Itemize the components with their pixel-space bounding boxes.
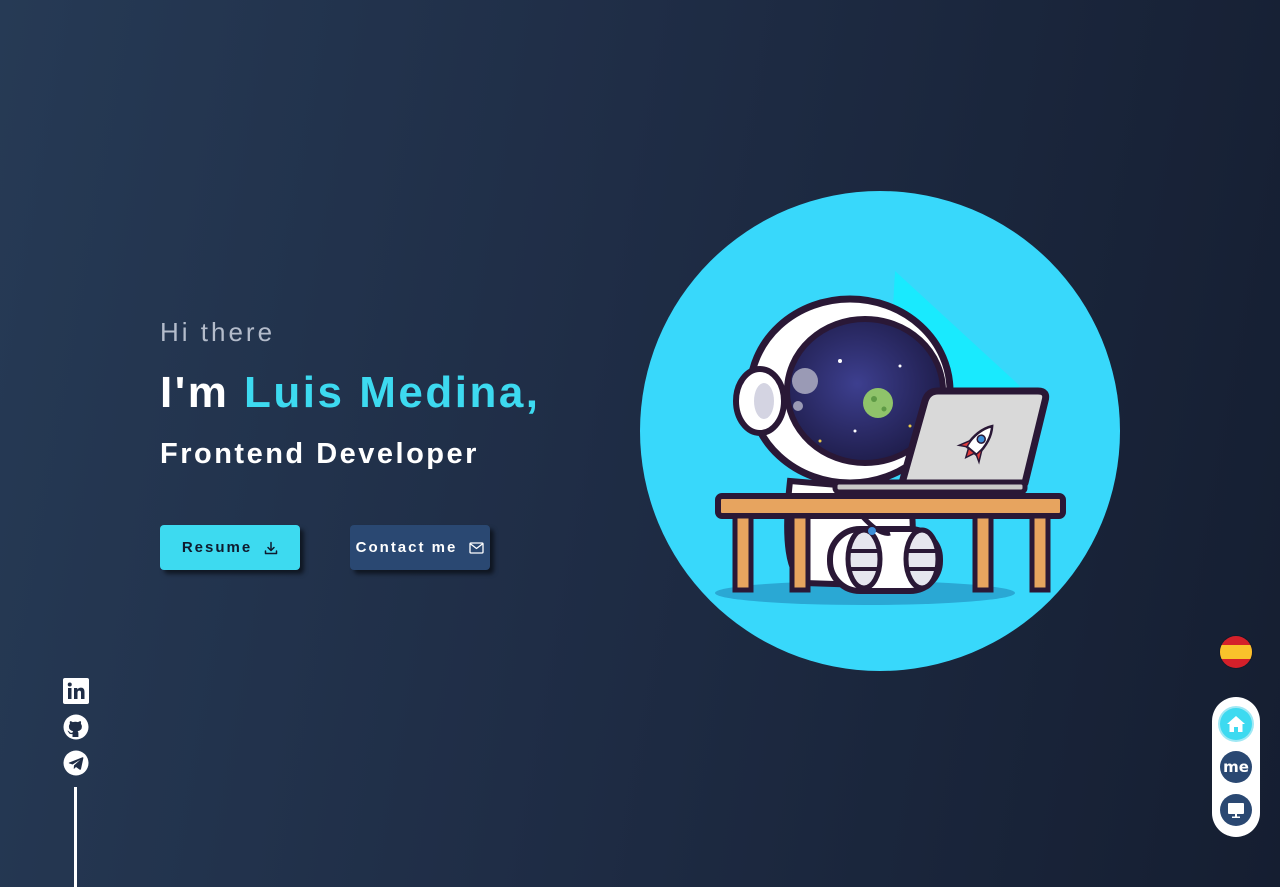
greeting-text: Hi there [160, 317, 276, 347]
resume-button-label: Resume [181, 539, 253, 556]
nav-about-label: me [1223, 758, 1249, 776]
mail-icon [469, 541, 484, 554]
spain-flag-icon [1220, 636, 1252, 668]
home-icon [1227, 716, 1245, 732]
contact-button[interactable]: Contact me [350, 525, 490, 570]
social-divider-line [74, 787, 77, 887]
social-links [63, 678, 89, 786]
telegram-icon[interactable] [63, 750, 89, 776]
nav-about-button[interactable]: me [1220, 751, 1252, 783]
monitor-icon [1228, 803, 1244, 818]
page-title: I'm Luis Medina, [160, 368, 541, 418]
github-icon[interactable] [63, 714, 89, 740]
role-text: Frontend Developer [160, 438, 479, 470]
nav-home-button[interactable] [1220, 708, 1252, 740]
linkedin-icon[interactable] [63, 678, 89, 704]
contact-button-label: Contact me [355, 539, 458, 556]
section-nav: me [1212, 697, 1260, 837]
hero-section: Hi there I'm Luis Medina, Frontend Devel… [160, 312, 541, 472]
name-text: Luis Medina, [244, 368, 541, 417]
download-icon [264, 541, 278, 554]
intro-text: I'm [160, 368, 245, 417]
resume-button[interactable]: Resume [160, 525, 300, 570]
language-switch-button[interactable] [1220, 636, 1252, 668]
nav-projects-button[interactable] [1220, 794, 1252, 826]
astronaut-illustration [640, 191, 1120, 671]
